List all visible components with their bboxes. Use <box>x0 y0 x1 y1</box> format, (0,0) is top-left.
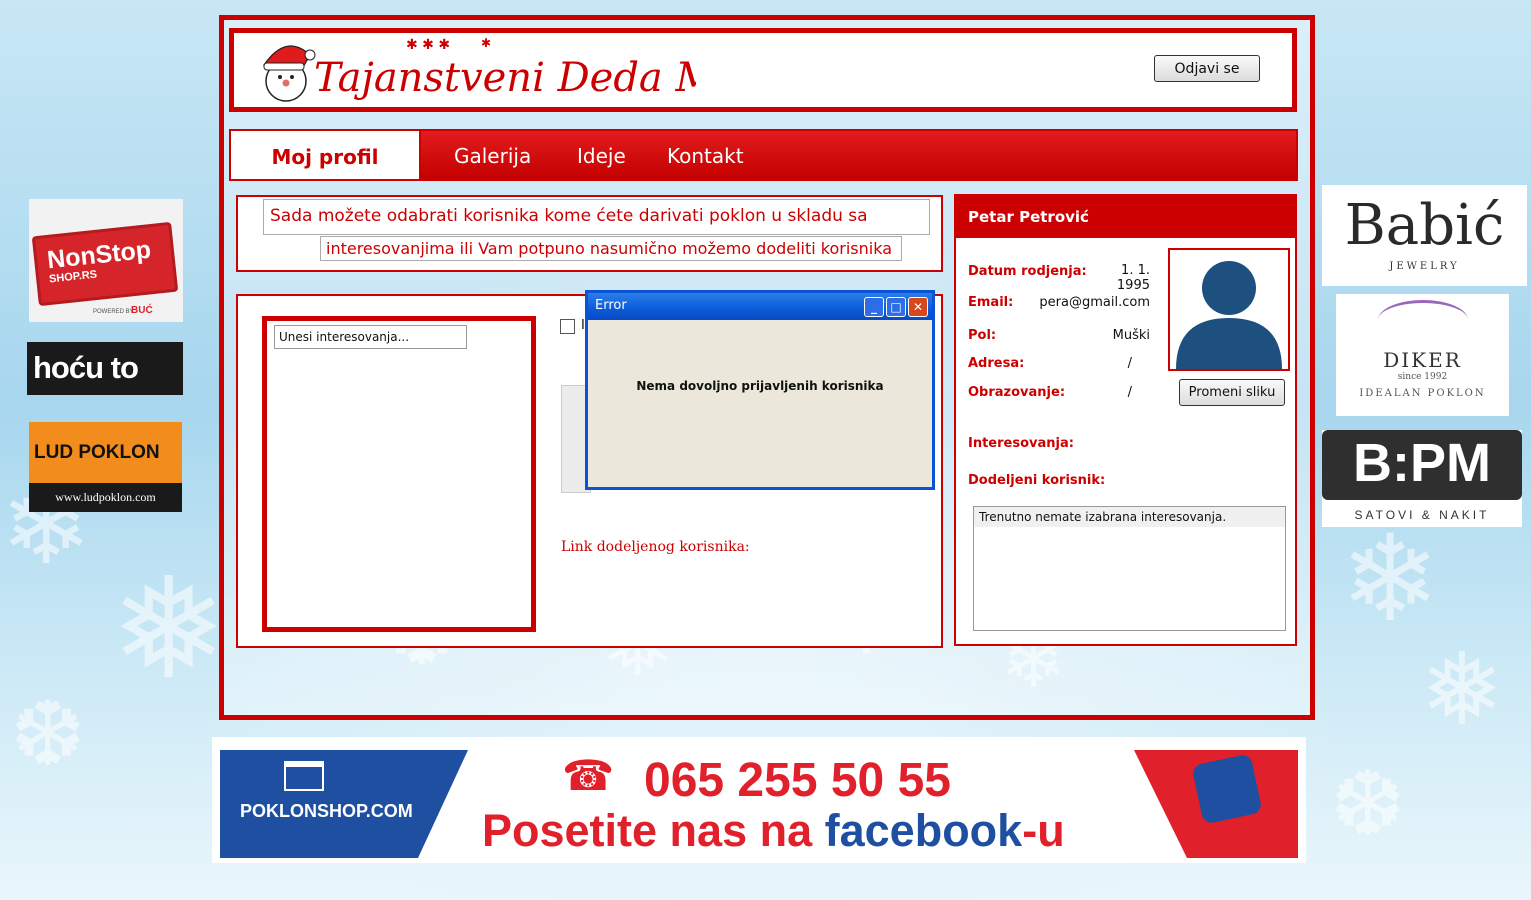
santa-icon <box>262 45 316 102</box>
ad-hocuto[interactable]: hoću to <box>27 342 183 395</box>
gift-icon <box>284 761 324 791</box>
cta-facebook: facebook <box>824 805 1023 856</box>
interests-label: Interesovanja: <box>968 436 1074 451</box>
gender-label: Pol: <box>968 328 997 343</box>
minimize-icon[interactable]: _ <box>864 297 884 317</box>
info-line-1: Sada možete odabrati korisnika kome ćete… <box>263 199 930 235</box>
ad-ludpoklon[interactable]: LUD POKLON www.ludpoklon.com <box>29 422 182 512</box>
poklonshop-cta: Posetite nas na facebook-u <box>482 805 1065 857</box>
nav-tab-contact[interactable]: Kontakt <box>667 131 744 179</box>
diker-since: since 1992 <box>1397 372 1448 382</box>
user-avatar-icon <box>1176 261 1282 369</box>
interests-list[interactable]: Trenutno nemate izabrana interesovanja. <box>973 506 1286 631</box>
address-value: / <box>1127 356 1132 371</box>
site-title: Tajanstveni Deda Mraz <box>314 55 696 101</box>
bpm-name: B:PM <box>1353 433 1491 493</box>
site-header: Tajanstveni Deda Mraz ✱ ✱ ✱ ✱ Odjavi se <box>229 28 1297 112</box>
poklonshop-brand: POKLONSHOP.COM <box>240 801 413 821</box>
assigned-user-label: Dodeljeni korisnik: <box>968 473 1106 488</box>
close-icon[interactable]: ✕ <box>908 297 928 317</box>
thumbs-up-icon <box>1191 753 1263 825</box>
poklonshop-phone: 065 255 50 55 <box>644 754 951 807</box>
ludpoklon-url: www.ludpoklon.com <box>29 483 182 512</box>
avatar <box>1168 248 1290 371</box>
interests-input[interactable] <box>274 325 467 349</box>
birthdate-value: 1. 1. 1995 <box>1116 263 1150 293</box>
diker-crown-icon <box>1378 300 1468 340</box>
ad-poklonshop[interactable]: POKLONSHOP.COM ☎ 065 255 50 55 Posetite … <box>212 737 1306 863</box>
svg-text:✱ ✱ ✱: ✱ ✱ ✱ <box>406 37 450 53</box>
dialog-title: Error <box>595 298 627 313</box>
dialog-message: Nema dovoljno prijavljenih korisnika <box>636 379 884 393</box>
ad-bpm[interactable]: B:PM SATOVI & NAKIT <box>1322 430 1522 527</box>
ad-diker[interactable]: DIKER since 1992 IDEALAN POKLON <box>1336 294 1509 416</box>
gender-value: Muški <box>1112 328 1150 343</box>
profile-panel: Petar Petrović Datum rodjenja: 1. 1. 199… <box>954 194 1297 646</box>
nav-tab-gallery[interactable]: Galerija <box>454 131 531 179</box>
maximize-icon[interactable]: □ <box>886 297 906 317</box>
logout-button[interactable]: Odjavi se <box>1154 55 1260 82</box>
cta-text: Posetite nas na <box>482 805 813 856</box>
address-label: Adresa: <box>968 356 1025 371</box>
education-label: Obrazovanje: <box>968 385 1066 400</box>
nonstop-brand: BUĆ <box>131 305 153 316</box>
nonstop-powered: POWERED BY <box>93 309 134 315</box>
profile-name: Petar Petrović <box>956 196 1295 238</box>
email-label: Email: <box>968 295 1014 310</box>
phone-icon: ☎ <box>562 751 615 800</box>
cta-suffix: -u <box>1022 805 1065 856</box>
ad-nonstop[interactable]: NonStop SHOP.RS POWERED BY BUĆ <box>29 199 183 322</box>
babic-sub: JEWELRY <box>1389 261 1460 272</box>
diker-sub: IDEALAN POKLON <box>1359 388 1486 399</box>
change-photo-button[interactable]: Promeni sliku <box>1179 379 1285 406</box>
diker-name: DIKER <box>1383 348 1462 372</box>
interests-box <box>262 316 536 632</box>
assigned-link-label: Link dodeljenog korisnika: <box>561 539 750 555</box>
ludpoklon-name: LUD POKLON <box>34 442 160 463</box>
ad-babic[interactable]: Babić JEWELRY <box>1322 185 1527 286</box>
info-banner: Sada možete odabrati korisnika kome ćete… <box>236 195 943 272</box>
email-value: pera@gmail.com <box>1039 295 1150 310</box>
error-dialog: Error _ □ ✕ Nema dovoljno prijavljenih k… <box>585 290 935 490</box>
nav-tab-ideas[interactable]: Ideje <box>577 131 626 179</box>
info-line-2: interesovanjima ili Vam potpuno nasumičn… <box>320 236 902 261</box>
interests-list-empty-text: Trenutno nemate izabrana interesovanja. <box>974 507 1285 527</box>
babic-name: Babić <box>1344 193 1505 258</box>
dialog-titlebar[interactable]: Error _ □ ✕ <box>588 293 932 320</box>
random-checkbox[interactable] <box>560 319 575 334</box>
birthdate-label: Datum rodjenja: <box>968 264 1087 279</box>
hocuto-text: hoću to <box>33 350 139 385</box>
site-logo: Tajanstveni Deda Mraz ✱ ✱ ✱ ✱ <box>262 36 696 102</box>
bpm-sub: SATOVI & NAKIT <box>1354 508 1490 522</box>
nav-tab-profile[interactable]: Moj profil <box>231 131 421 179</box>
education-value: / <box>1127 385 1132 400</box>
main-nav: Moj profil Galerija Ideje Kontakt <box>229 129 1298 181</box>
svg-text:✱: ✱ <box>481 36 491 50</box>
